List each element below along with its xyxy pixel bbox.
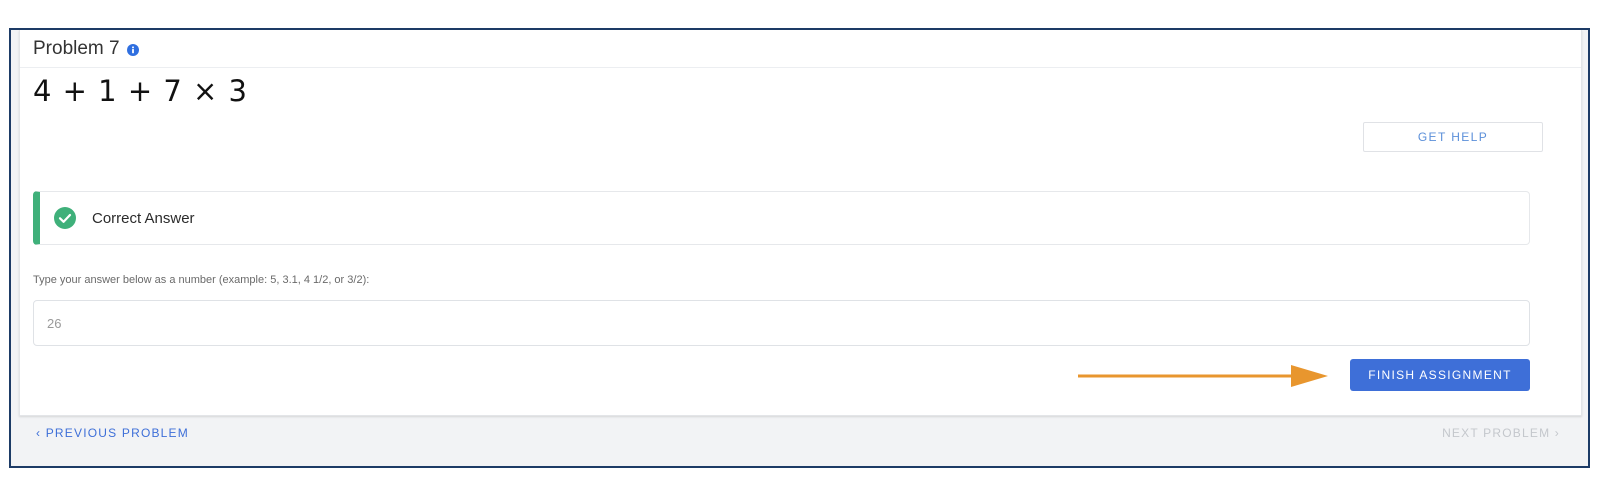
alert-text: Correct Answer xyxy=(92,209,195,227)
problem-expression: 4 + 1 + 7 × 3 xyxy=(33,74,249,108)
answer-instruction: Type your answer below as a number (exam… xyxy=(33,274,370,286)
problem-title-text: Problem 7 xyxy=(33,38,120,59)
next-problem-link[interactable]: NEXT PROBLEM › xyxy=(1442,426,1560,440)
correct-answer-alert: Correct Answer xyxy=(33,191,1530,245)
finish-assignment-button[interactable]: FINISH ASSIGNMENT xyxy=(1350,359,1530,391)
problem-header: Problem 7 xyxy=(20,30,1581,68)
problem-title: Problem 7 xyxy=(33,38,139,60)
problem-card: Problem 7 4 + 1 + 7 × 3 GET HELP Correct… xyxy=(19,30,1582,416)
annotation-arrow xyxy=(1078,365,1328,387)
check-circle-icon xyxy=(54,207,76,229)
get-help-button[interactable]: GET HELP xyxy=(1363,122,1543,152)
answer-input[interactable] xyxy=(33,300,1530,346)
info-icon[interactable] xyxy=(126,44,139,56)
assignment-frame: Problem 7 4 + 1 + 7 × 3 GET HELP Correct… xyxy=(9,28,1590,468)
previous-problem-link[interactable]: ‹ PREVIOUS PROBLEM xyxy=(36,426,189,440)
